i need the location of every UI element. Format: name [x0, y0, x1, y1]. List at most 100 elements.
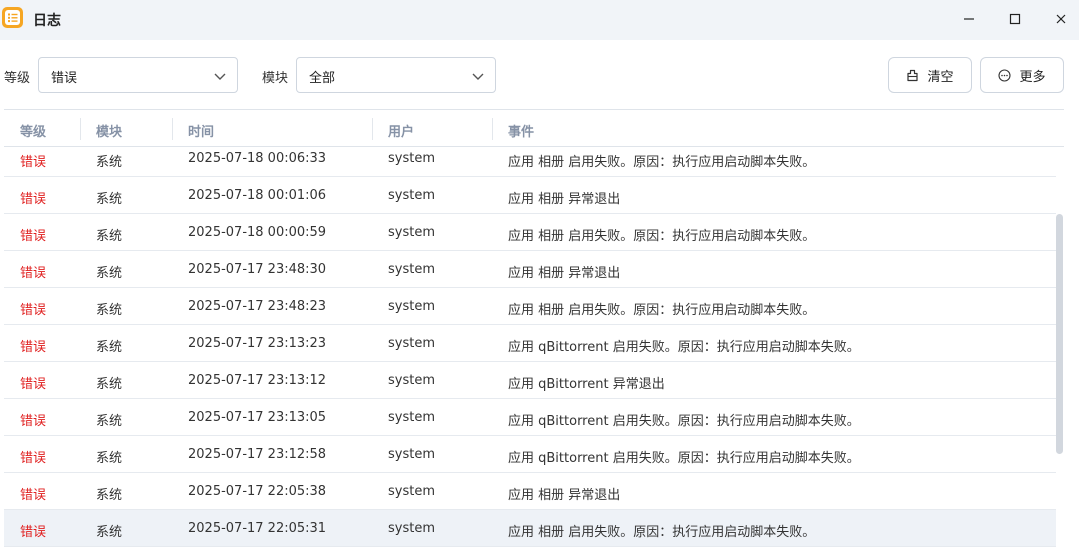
column-header-time[interactable]: 时间 [188, 121, 214, 140]
row-level: 错误 [20, 525, 47, 540]
row-time: 2025-07-17 23:13:05 [188, 410, 327, 425]
row-time: 2025-07-17 23:48:30 [188, 262, 327, 277]
table-row[interactable]: 错误 系统 2025-07-17 22:05:38 system 应用 相册 异… [4, 473, 1056, 510]
close-icon [1056, 14, 1066, 24]
row-user: system [388, 373, 435, 388]
clear-button-label: 清空 [927, 69, 954, 85]
row-time: 2025-07-17 23:13:12 [188, 373, 327, 388]
table-row[interactable]: 错误 系统 2025-07-17 23:48:23 system 应用 相册 启… [4, 288, 1056, 325]
broom-icon [907, 69, 919, 81]
chevron-down-icon [472, 73, 484, 80]
row-event: 应用 相册 启用失败。原因：执行应用启动脚本失败。 [508, 303, 816, 318]
row-level: 错误 [20, 377, 47, 392]
row-event: 应用 相册 启用失败。原因：执行应用启动脚本失败。 [508, 229, 816, 244]
column-divider[interactable] [372, 118, 373, 140]
row-event: 应用 qBittorrent 异常退出 [508, 377, 665, 392]
level-select-value: 错误 [51, 71, 78, 86]
row-level: 错误 [20, 451, 47, 466]
maximize-button[interactable] [1003, 8, 1027, 30]
module-select-value: 全部 [309, 71, 336, 86]
row-event: 应用 相册 异常退出 [508, 488, 621, 503]
row-user: system [388, 521, 435, 536]
row-level: 错误 [20, 303, 47, 318]
row-module: 系统 [96, 414, 123, 429]
row-level: 错误 [20, 414, 47, 429]
row-event: 应用 相册 异常退出 [508, 192, 621, 207]
maximize-icon [1009, 13, 1021, 25]
column-divider[interactable] [80, 118, 81, 140]
row-level: 错误 [20, 229, 47, 244]
row-level: 错误 [20, 266, 47, 281]
table-row[interactable]: 错误 系统 2025-07-18 00:01:06 system 应用 相册 异… [4, 177, 1056, 214]
row-time: 2025-07-17 23:48:23 [188, 299, 327, 314]
scrollbar-thumb[interactable] [1056, 214, 1063, 454]
row-event: 应用 相册 启用失败。原因：执行应用启动脚本失败。 [508, 155, 816, 170]
more-button-label: 更多 [1019, 69, 1046, 85]
row-user: system [388, 447, 435, 462]
row-time: 2025-07-17 23:13:23 [188, 336, 327, 351]
row-user: system [388, 225, 435, 240]
row-time: 2025-07-17 22:05:31 [188, 521, 327, 536]
table-row[interactable]: 错误 系统 2025-07-17 23:13:23 system 应用 qBit… [4, 325, 1056, 362]
row-level: 错误 [20, 155, 47, 170]
column-header-module[interactable]: 模块 [96, 121, 122, 140]
close-button[interactable] [1049, 8, 1073, 30]
row-event: 应用 qBittorrent 启用失败。原因：执行应用启动脚本失败。 [508, 414, 860, 429]
table-row[interactable]: 错误 系统 2025-07-17 22:05:31 system 应用 相册 启… [4, 510, 1056, 547]
more-icon [998, 68, 1012, 82]
more-button[interactable]: 更多 [980, 57, 1064, 93]
row-user: system [388, 336, 435, 351]
row-module: 系统 [96, 340, 123, 355]
log-list-icon [2, 7, 23, 28]
table-row[interactable]: 错误 系统 2025-07-17 23:48:30 system 应用 相册 异… [4, 251, 1056, 288]
row-module: 系统 [96, 525, 123, 540]
minimize-button[interactable] [957, 8, 981, 30]
level-select[interactable]: 错误 [38, 57, 238, 93]
row-user: system [388, 410, 435, 425]
log-table: 等级 模块 时间 用户 事件 错误 系统 2025-07-18 00:06:33… [4, 109, 1064, 551]
row-module: 系统 [96, 488, 123, 503]
row-module: 系统 [96, 266, 123, 281]
column-header-event[interactable]: 事件 [508, 121, 534, 140]
column-header-user[interactable]: 用户 [388, 121, 414, 140]
row-level: 错误 [20, 192, 47, 207]
window-title: 日志 [33, 13, 61, 29]
module-select[interactable]: 全部 [296, 57, 496, 93]
row-time: 2025-07-18 00:00:59 [188, 225, 327, 240]
row-user: system [388, 151, 435, 166]
row-event: 应用 相册 启用失败。原因：执行应用启动脚本失败。 [508, 525, 816, 540]
row-time: 2025-07-17 23:12:58 [188, 447, 327, 462]
row-module: 系统 [96, 229, 123, 244]
column-divider[interactable] [492, 118, 493, 140]
row-module: 系统 [96, 377, 123, 392]
table-header: 等级 模块 时间 用户 事件 [4, 110, 1064, 147]
minimize-icon [964, 18, 974, 20]
module-filter-label: 模块 [262, 71, 289, 86]
table-row[interactable]: 错误 系统 2025-07-17 23:12:58 system 应用 qBit… [4, 436, 1056, 473]
row-user: system [388, 299, 435, 314]
column-divider[interactable] [172, 118, 173, 140]
row-user: system [388, 484, 435, 499]
title-bar: 日志 [0, 0, 1079, 40]
row-time: 2025-07-17 22:05:38 [188, 484, 327, 499]
row-module: 系统 [96, 192, 123, 207]
row-level: 错误 [20, 340, 47, 355]
row-level: 错误 [20, 488, 47, 503]
table-row[interactable]: 错误 系统 2025-07-17 23:13:05 system 应用 qBit… [4, 399, 1056, 436]
table-row[interactable]: 错误 系统 2025-07-18 00:00:59 system 应用 相册 启… [4, 214, 1056, 251]
clear-button[interactable]: 清空 [888, 57, 972, 93]
chevron-down-icon [214, 73, 226, 80]
level-filter-label: 等级 [4, 71, 31, 86]
table-row[interactable]: 错误 系统 2025-07-18 00:06:33 system 应用 相册 启… [4, 148, 1056, 177]
row-user: system [388, 188, 435, 203]
row-event: 应用 qBittorrent 启用失败。原因：执行应用启动脚本失败。 [508, 451, 860, 466]
column-header-level[interactable]: 等级 [20, 121, 46, 140]
row-module: 系统 [96, 451, 123, 466]
table-row[interactable]: 错误 系统 2025-07-17 23:13:12 system 应用 qBit… [4, 362, 1056, 399]
row-module: 系统 [96, 155, 123, 170]
row-event: 应用 相册 异常退出 [508, 266, 621, 281]
row-event: 应用 qBittorrent 启用失败。原因：执行应用启动脚本失败。 [508, 340, 860, 355]
row-time: 2025-07-18 00:01:06 [188, 188, 327, 203]
row-user: system [388, 262, 435, 277]
row-time: 2025-07-18 00:06:33 [188, 151, 327, 166]
